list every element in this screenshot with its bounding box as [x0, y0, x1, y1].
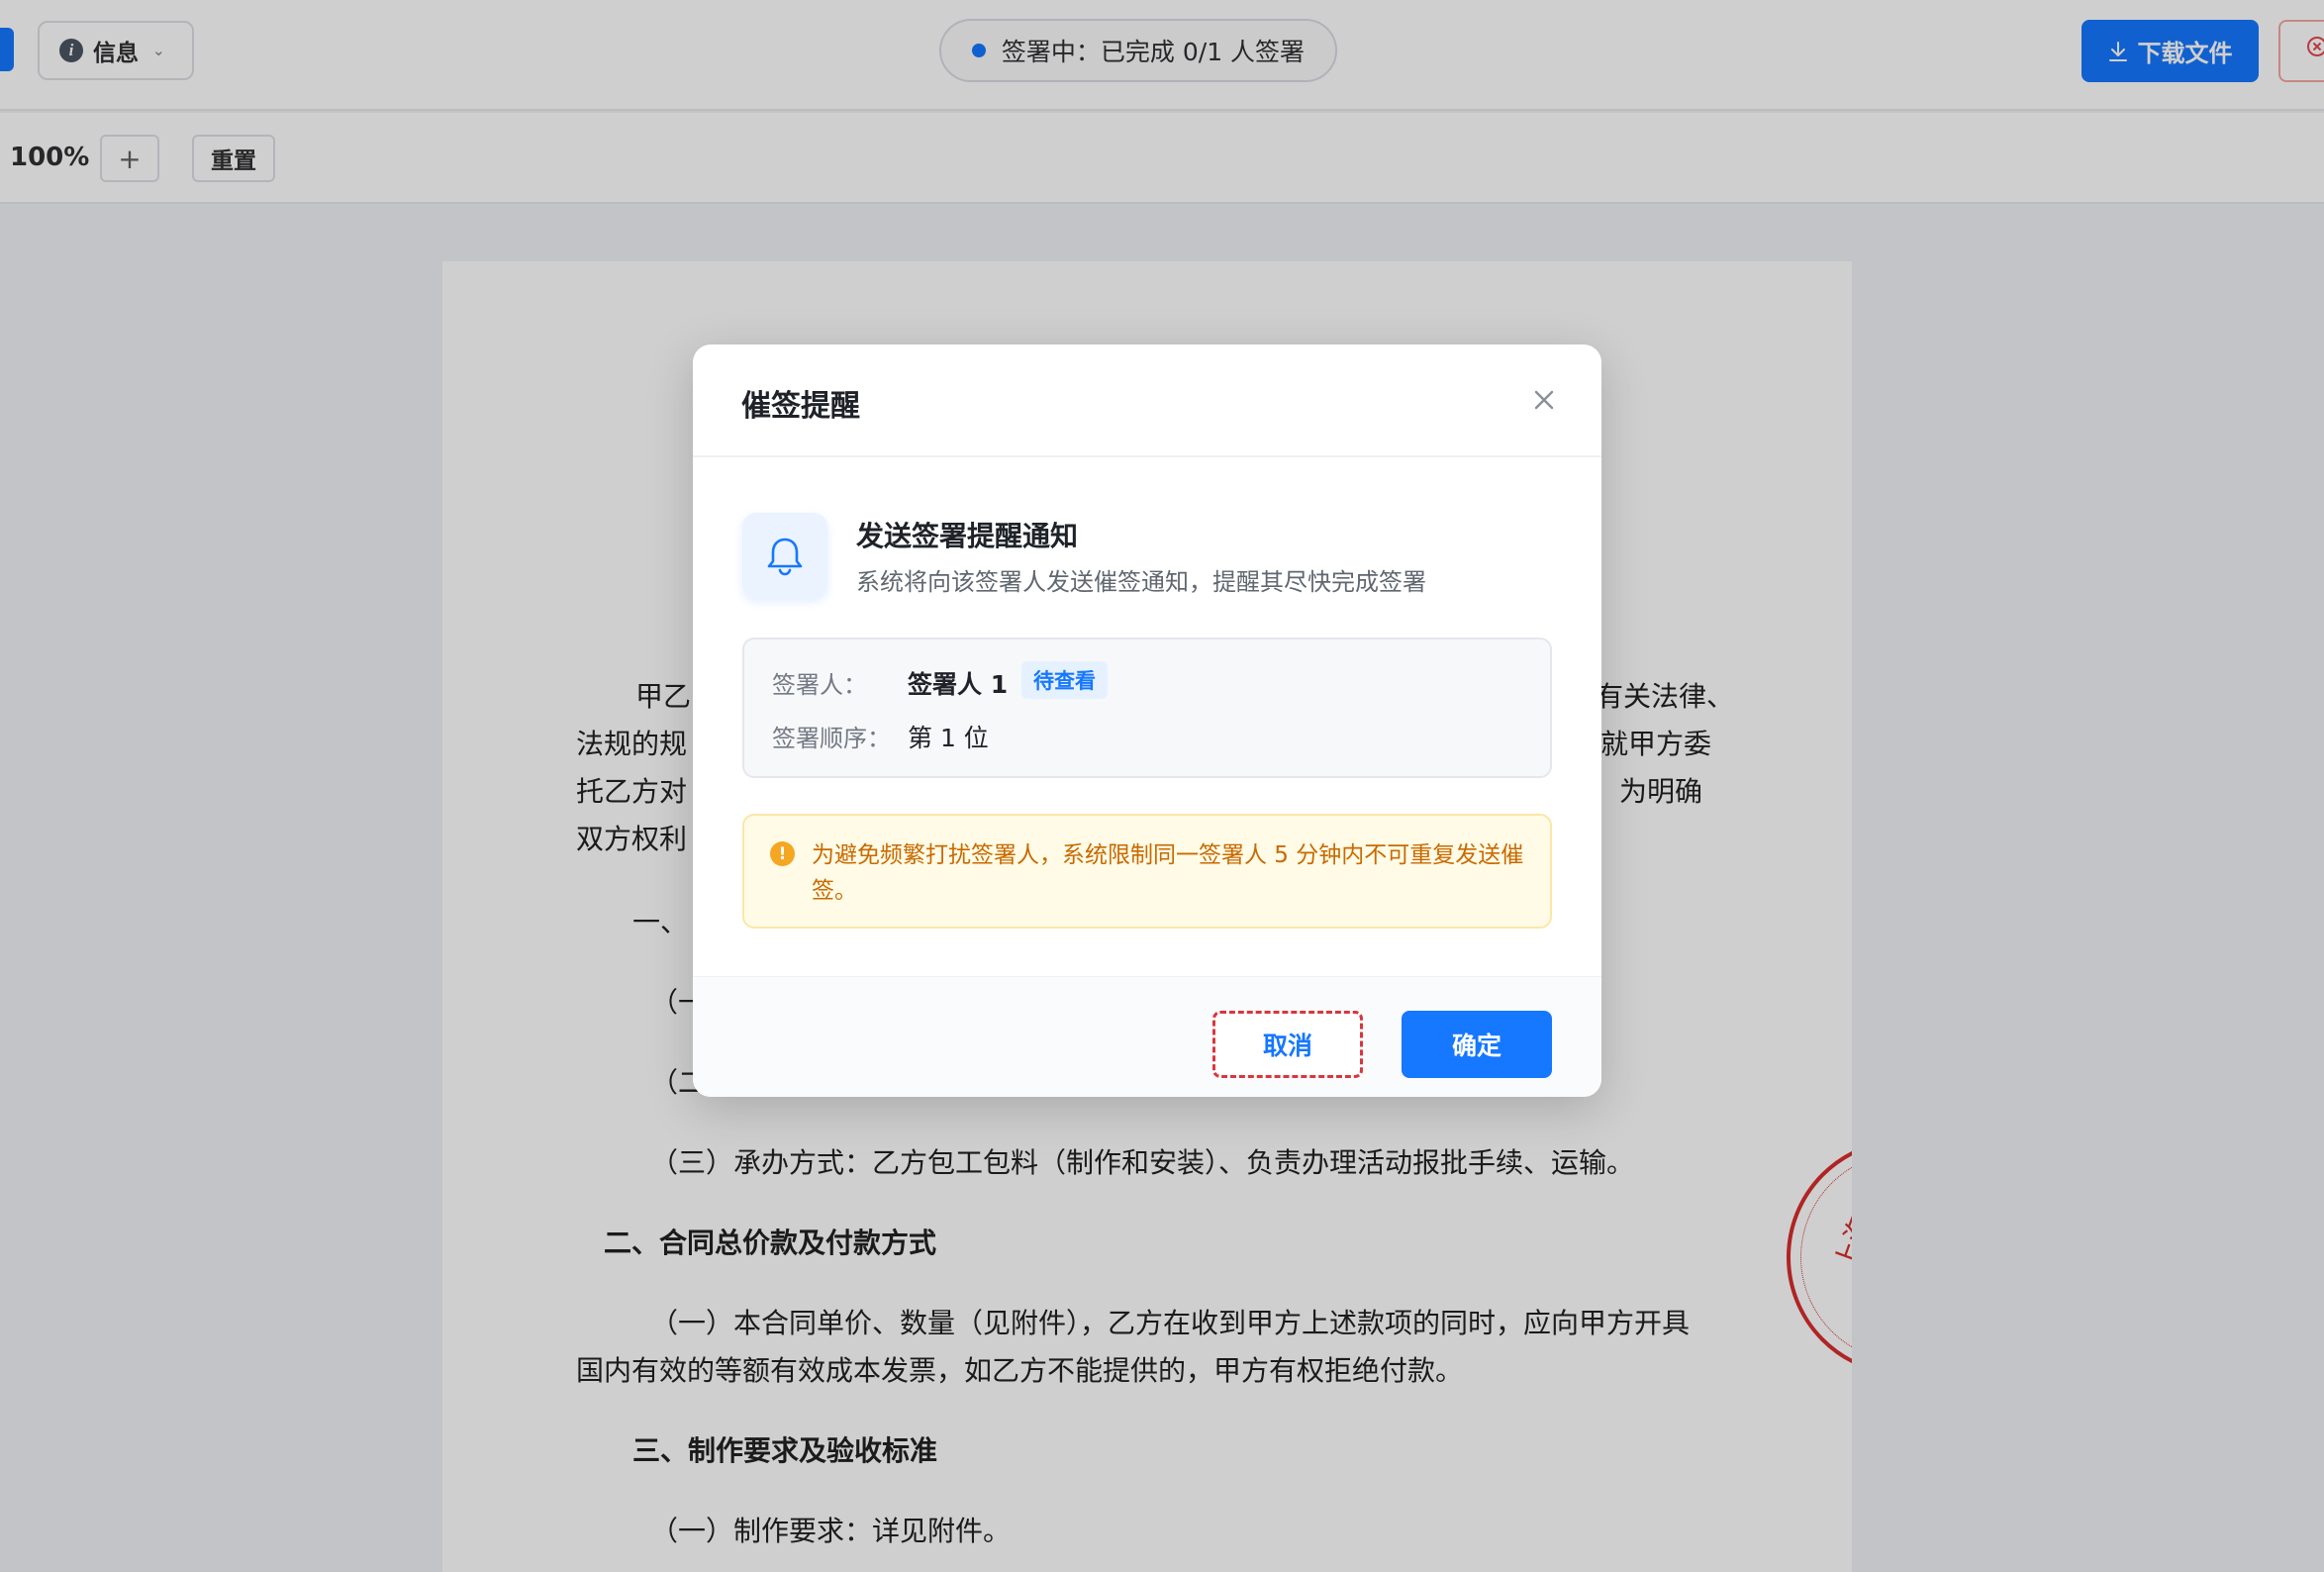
- close-icon: [1534, 390, 1554, 410]
- dialog-footer: 取消 确定: [693, 976, 1601, 1097]
- warning-text: 为避免频繁打扰签署人，系统限制同一签署人 5 分钟内不可重复发送催签。: [812, 842, 1524, 904]
- signer-name: 签署人 1: [908, 670, 1009, 699]
- cancel-button[interactable]: 取消: [1212, 1011, 1363, 1078]
- signer-info-card: 签署人： 签署人 1 待查看 签署顺序： 第 1 位: [742, 638, 1552, 778]
- bell-icon: [767, 538, 803, 576]
- confirm-button[interactable]: 确定: [1402, 1011, 1552, 1078]
- notice-description: 系统将向该签署人发送催签通知，提醒其尽快完成签署: [856, 568, 1426, 596]
- sign-order-label: 签署顺序：: [772, 725, 891, 752]
- signer-label: 签署人：: [772, 671, 867, 699]
- signer-status-badge: 待查看: [1021, 661, 1108, 699]
- sign-order-value: 第 1 位: [908, 724, 989, 752]
- dialog-close-button[interactable]: [1520, 376, 1568, 424]
- notice-title: 发送签署提醒通知: [856, 520, 1079, 552]
- bell-icon-badge: [742, 513, 827, 598]
- warning-icon: !: [770, 841, 795, 866]
- dialog-header: 催签提醒: [693, 344, 1601, 457]
- dialog-title: 催签提醒: [741, 389, 860, 424]
- reminder-dialog: 催签提醒 发送签署提醒通知 系统将向该签署人发送催签通知，提醒其尽快完成签署 签…: [693, 344, 1601, 1097]
- rate-limit-warning: ! 为避免频繁打扰签署人，系统限制同一签署人 5 分钟内不可重复发送催签。: [742, 814, 1552, 929]
